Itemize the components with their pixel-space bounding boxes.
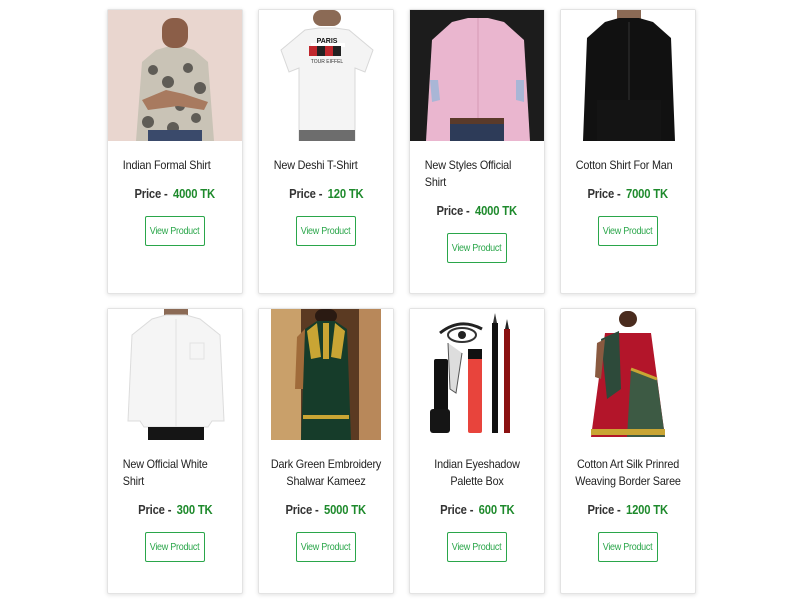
price-label: Price - bbox=[288, 187, 322, 201]
product-image[interactable] bbox=[561, 10, 695, 141]
product-price: Price - 600 TK bbox=[439, 503, 515, 517]
product-card: New Official White Shirt Price - 300 TK V… bbox=[107, 308, 243, 594]
product-title[interactable]: Cotton Shirt For Man bbox=[572, 157, 684, 174]
price-value: 5000 TK bbox=[324, 503, 367, 517]
product-price: Price - 7000 TK bbox=[587, 187, 669, 201]
product-title[interactable]: New Deshi T-Shirt bbox=[270, 157, 382, 174]
product-title[interactable]: New Styles Official Shirt bbox=[421, 157, 533, 191]
product-price: Price - 4000 TK bbox=[436, 204, 518, 218]
view-product-button[interactable]: View Product bbox=[447, 233, 507, 263]
product-image[interactable] bbox=[410, 309, 544, 440]
product-price: Price - 120 TK bbox=[288, 187, 364, 201]
product-card: New Styles Official Shirt Price - 4000 TK… bbox=[409, 9, 545, 294]
price-label: Price - bbox=[436, 204, 470, 218]
price-label: Price - bbox=[439, 503, 473, 517]
tshirt-print-top: PARIS bbox=[317, 38, 338, 45]
price-value: 600 TK bbox=[478, 503, 515, 517]
view-product-button[interactable]: View Product bbox=[296, 216, 356, 246]
product-listing-page: Indian Formal Shirt Price - 4000 TK View … bbox=[0, 0, 800, 600]
price-value: 4000 TK bbox=[173, 187, 216, 201]
product-price: Price - 300 TK bbox=[137, 503, 213, 517]
price-value: 120 TK bbox=[327, 187, 364, 201]
view-product-button[interactable]: View Product bbox=[598, 216, 658, 246]
product-image[interactable]: PARIS TOUR EIFFEL bbox=[259, 10, 393, 141]
product-title[interactable]: Cotton Art Silk Prinred Weaving Border S… bbox=[572, 456, 684, 490]
product-title[interactable]: New Official White Shirt bbox=[119, 456, 231, 490]
product-card: Dark Green Embroidery Shalwar Kameez Pri… bbox=[258, 308, 394, 594]
price-label: Price - bbox=[134, 187, 168, 201]
product-price: Price - 4000 TK bbox=[134, 187, 216, 201]
product-card: Indian Formal Shirt Price - 4000 TK View … bbox=[107, 9, 243, 294]
product-image[interactable] bbox=[561, 309, 695, 440]
product-image[interactable] bbox=[259, 309, 393, 440]
product-image[interactable] bbox=[108, 309, 242, 440]
view-product-button[interactable]: View Product bbox=[145, 216, 205, 246]
product-title[interactable]: Dark Green Embroidery Shalwar Kameez bbox=[270, 456, 382, 490]
tshirt-print-bottom: TOUR EIFFEL bbox=[311, 59, 344, 65]
price-label: Price - bbox=[137, 503, 171, 517]
view-product-button[interactable]: View Product bbox=[598, 532, 658, 562]
price-value: 300 TK bbox=[176, 503, 213, 517]
product-card: Cotton Shirt For Man Price - 7000 TK View… bbox=[560, 9, 696, 294]
price-label: Price - bbox=[587, 503, 621, 517]
price-value: 7000 TK bbox=[626, 187, 669, 201]
view-product-button[interactable]: View Product bbox=[296, 532, 356, 562]
product-image[interactable] bbox=[108, 10, 242, 141]
view-product-button[interactable]: View Product bbox=[145, 532, 205, 562]
product-title[interactable]: Indian Formal Shirt bbox=[119, 157, 231, 174]
product-card: Indian Eyeshadow Palette Box Price - 600 … bbox=[409, 308, 545, 594]
product-price: Price - 1200 TK bbox=[587, 503, 669, 517]
product-title[interactable]: Indian Eyeshadow Palette Box bbox=[421, 456, 533, 490]
price-value: 4000 TK bbox=[475, 204, 518, 218]
product-image[interactable] bbox=[410, 10, 544, 141]
product-card: Cotton Art Silk Prinred Weaving Border S… bbox=[560, 308, 696, 594]
price-label: Price - bbox=[587, 187, 621, 201]
product-grid: Indian Formal Shirt Price - 4000 TK View … bbox=[107, 9, 696, 594]
price-value: 1200 TK bbox=[626, 503, 669, 517]
product-price: Price - 5000 TK bbox=[285, 503, 367, 517]
price-label: Price - bbox=[285, 503, 319, 517]
view-product-button[interactable]: View Product bbox=[447, 532, 507, 562]
product-card: PARIS TOUR EIFFEL New Deshi T-Shirt Pric… bbox=[258, 9, 394, 294]
